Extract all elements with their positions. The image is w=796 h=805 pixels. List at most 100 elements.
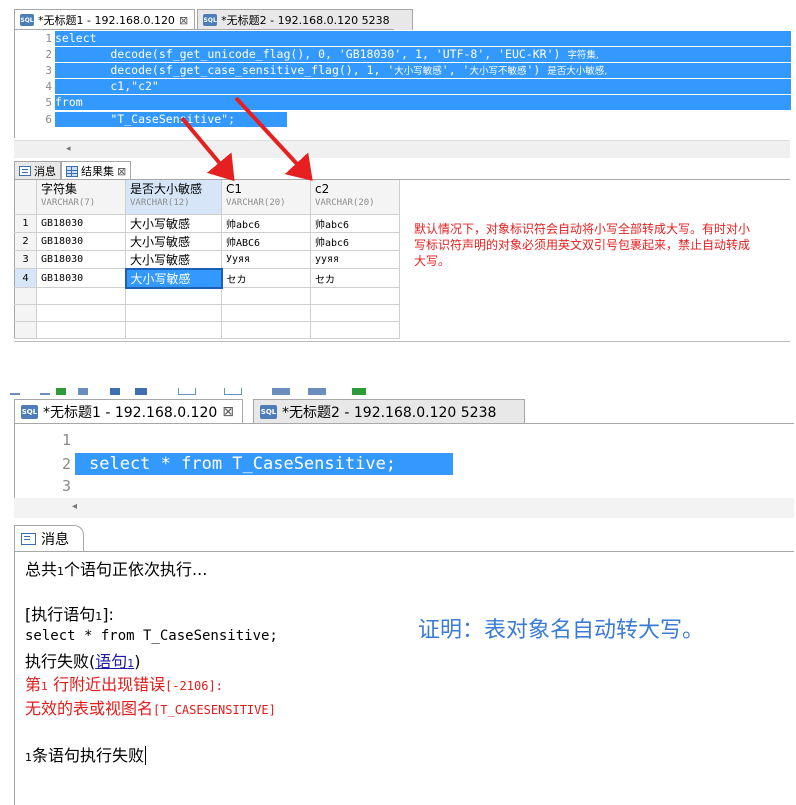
table-row[interactable]: 3 GB18030 大小写敏感 Ууяя ууяя xyxy=(14,250,400,269)
top-editor-tabs: SQL *无标题1 - 192.168.0.120 ⊠ SQL *无标题2 - … xyxy=(14,8,413,30)
table-cell[interactable]: 帅abc6 xyxy=(310,232,400,251)
bottom-editor-tabs: SQL *无标题1 - 192.168.0.120 ⊠ SQL *无标题2 - … xyxy=(14,398,526,424)
empty-row xyxy=(14,304,400,322)
table-cell[interactable]: Ууяя xyxy=(221,250,311,269)
horizontal-scrollbar[interactable]: ◂ xyxy=(14,498,794,518)
tab-label: *无标题1 - 192.168.0.120 xyxy=(43,405,218,421)
tab-messages[interactable]: 消息 xyxy=(14,161,61,180)
grid-icon xyxy=(66,165,78,177)
tab-untitled-2[interactable]: SQL *无标题2 - 192.168.0.120 5238 xyxy=(253,399,526,424)
sql-file-icon: SQL xyxy=(203,14,218,26)
row-number: 4 xyxy=(14,268,37,288)
line-number: 1 xyxy=(61,431,71,449)
close-icon[interactable]: ⊠ xyxy=(117,165,126,178)
results-tabs: 消息 结果集 ⊠ xyxy=(14,160,132,180)
table-row[interactable]: 1 GB18030 大小写敏感 帅abc6 帅abc6 xyxy=(14,214,400,233)
selected-cell[interactable]: 大小写敏感 xyxy=(124,267,223,289)
sql-file-icon: SQL xyxy=(260,405,278,419)
table-cell[interactable]: GB18030 xyxy=(36,232,126,251)
column-header[interactable]: 是否大小敏感 VARCHAR(12) xyxy=(125,180,222,215)
code-text: "T_CaseSensitive"; xyxy=(55,112,287,127)
annotation-note: 默认情况下，对象标识符会自动将小写全部转成大写。有时对小写标识符声明的对象必须用… xyxy=(414,222,751,268)
code-line: 3 xyxy=(15,476,75,496)
tab-label: 消息 xyxy=(34,165,56,178)
tab-result-set[interactable]: 结果集 ⊠ xyxy=(61,161,132,180)
empty-row xyxy=(14,287,400,305)
line-number: 3 xyxy=(61,477,71,495)
table-row[interactable]: 4 GB18030 大小写敏感 セカ セカ xyxy=(14,267,400,289)
message-icon xyxy=(21,533,36,545)
line-number: 4 xyxy=(45,80,52,93)
tab-label: *无标题2 - 192.168.0.120 5238 xyxy=(221,14,390,27)
tab-untitled-1[interactable]: SQL *无标题1 - 192.168.0.120 ⊠ xyxy=(14,399,244,424)
line-number: 6 xyxy=(45,113,52,126)
message-pane: 总共1个语句正依次执行... [执行语句1]: select * from T_… xyxy=(14,552,794,805)
statement-link[interactable]: 语句1 xyxy=(95,652,134,671)
row-header-corner xyxy=(14,180,37,215)
table-cell[interactable]: GB18030 xyxy=(36,268,126,288)
message-line: 1条语句执行失败 xyxy=(25,746,147,765)
line-number: 1 xyxy=(45,32,52,45)
code-line: 3 decode(sf_get_case_sensitive_flag(), 1… xyxy=(15,63,791,78)
scroll-left-icon[interactable]: ◂ xyxy=(66,144,71,154)
sql-file-icon: SQL xyxy=(21,405,38,419)
row-number: 3 xyxy=(14,250,37,269)
message-tabs: 消息 xyxy=(14,524,84,552)
table-cell[interactable]: 帅abc6 xyxy=(310,214,400,233)
scroll-left-icon[interactable]: ◂ xyxy=(72,501,77,512)
table-cell[interactable]: GB18030 xyxy=(36,250,126,269)
message-line: 总共1个语句正依次执行... xyxy=(25,560,208,579)
line-number: 2 xyxy=(45,48,52,61)
code-line: 1 select xyxy=(15,31,791,46)
table-cell[interactable]: 帅abc6 xyxy=(221,214,311,233)
tab-label: *无标题1 - 192.168.0.120 xyxy=(38,14,175,27)
empty-row xyxy=(14,321,400,339)
code-line: 4 c1,"c2" xyxy=(15,79,791,94)
error-line: 无效的表或视图名[T_CASESENSITIVE] xyxy=(25,699,276,718)
horizontal-scrollbar[interactable]: ◂ xyxy=(14,140,790,158)
tab-label: 消息 xyxy=(41,532,69,548)
table-cell[interactable]: セカ xyxy=(221,268,311,288)
code-text: select * from T_CaseSensitive; xyxy=(75,453,453,475)
toolbar-cutoff xyxy=(10,388,390,395)
column-header[interactable]: c2 VARCHAR(20) xyxy=(310,180,400,215)
table-cell[interactable]: 大小写敏感 xyxy=(125,250,222,269)
message-line: 执行失败(语句1) xyxy=(25,652,141,671)
message-icon xyxy=(19,166,31,176)
sql-editor[interactable]: 1 select 2 decode(sf_get_unicode_flag(),… xyxy=(14,30,791,138)
tab-untitled-1[interactable]: SQL *无标题1 - 192.168.0.120 ⊠ xyxy=(14,9,196,30)
tab-untitled-2[interactable]: SQL *无标题2 - 192.168.0.120 5238 xyxy=(197,9,413,30)
tab-label: 结果集 xyxy=(81,165,114,178)
code-text: select xyxy=(55,31,791,46)
error-line: 第1 行附近出现错误[-2106]: xyxy=(25,675,223,694)
message-line: [执行语句1]: xyxy=(25,605,114,624)
bottom-panel: SQL *无标题1 - 192.168.0.120 ⊠ SQL *无标题2 - … xyxy=(0,388,796,805)
column-header[interactable]: 字符集 VARCHAR(7) xyxy=(36,180,126,215)
tab-messages[interactable]: 消息 xyxy=(14,525,84,552)
line-number: 5 xyxy=(45,96,52,109)
code-text: decode(sf_get_unicode_flag(), 0, 'GB1803… xyxy=(55,47,791,62)
code-text: c1,"c2" xyxy=(55,79,791,94)
table-row[interactable]: 2 GB18030 大小写敏感 帅ABC6 帅abc6 xyxy=(14,232,400,251)
line-number: 2 xyxy=(61,455,71,473)
table-cell[interactable]: 大小写敏感 xyxy=(125,232,222,251)
row-number: 2 xyxy=(14,232,37,251)
close-icon[interactable]: ⊠ xyxy=(179,14,188,27)
code-line: 2 select * from T_CaseSensitive; xyxy=(15,453,453,475)
table-cell[interactable]: 帅ABC6 xyxy=(221,232,311,251)
code-text: decode(sf_get_case_sensitive_flag(), 1, … xyxy=(55,63,791,78)
line-number: 3 xyxy=(45,64,52,77)
table-cell[interactable]: ууяя xyxy=(310,250,400,269)
code-line: 2 decode(sf_get_unicode_flag(), 0, 'GB18… xyxy=(15,47,791,62)
row-number: 1 xyxy=(14,214,37,233)
table-cell[interactable]: 大小写敏感 xyxy=(125,214,222,233)
code-line: 6 "T_CaseSensitive"; xyxy=(15,112,287,127)
table-cell[interactable]: セカ xyxy=(310,268,400,288)
close-icon[interactable]: ⊠ xyxy=(222,404,234,420)
proof-annotation: 证明：表对象名自动转大写。 xyxy=(418,618,705,643)
message-line: select * from T_CaseSensitive; xyxy=(25,628,278,644)
top-panel: SQL *无标题1 - 192.168.0.120 ⊠ SQL *无标题2 - … xyxy=(0,0,796,345)
table-cell[interactable]: GB18030 xyxy=(36,214,126,233)
code-line: 1 xyxy=(15,430,75,450)
column-header[interactable]: C1 VARCHAR(20) xyxy=(221,180,311,215)
